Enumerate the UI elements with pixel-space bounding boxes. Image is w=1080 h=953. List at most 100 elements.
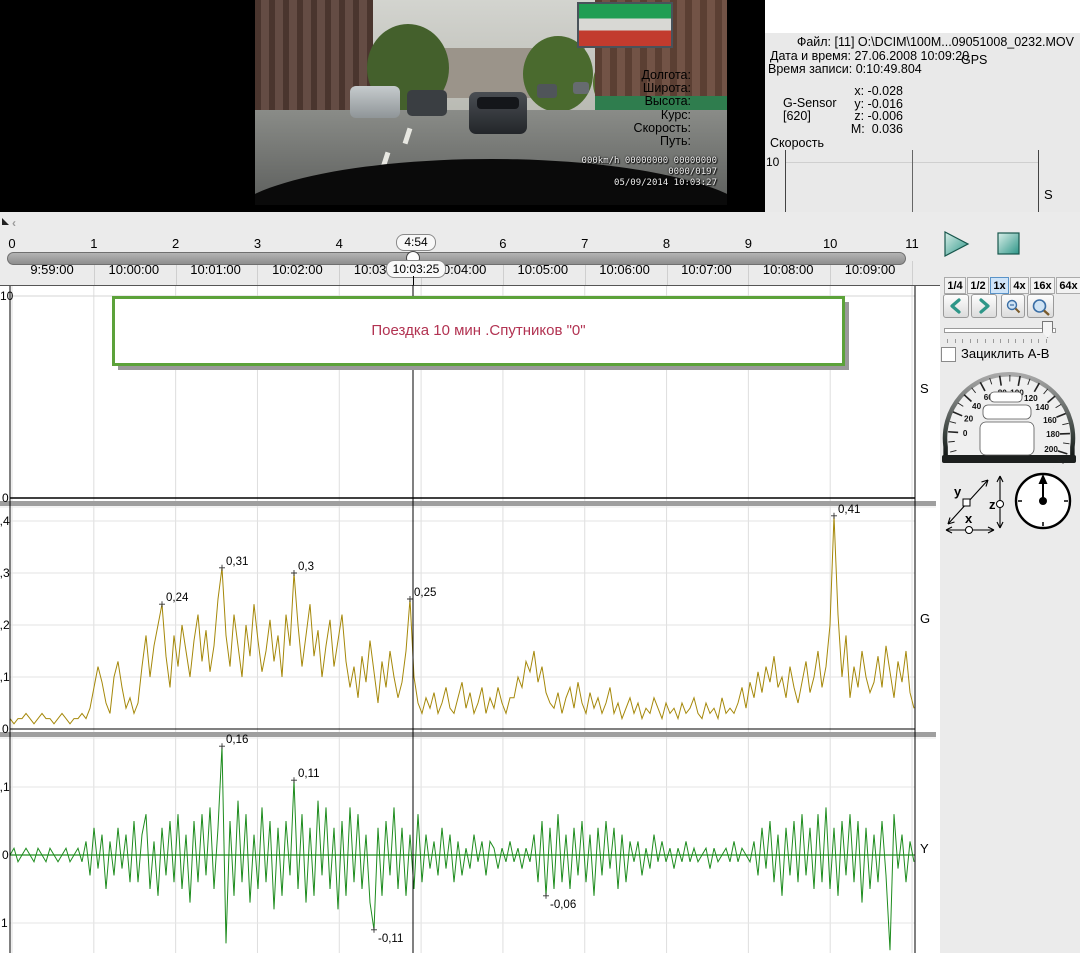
- video-car: [407, 90, 447, 116]
- peak-marker: [291, 777, 297, 783]
- next-frame-button[interactable]: [971, 294, 997, 318]
- chevron-right-icon: [976, 298, 992, 314]
- speed-button-1-4[interactable]: 1/4: [944, 277, 966, 294]
- info-panel: Файл: [11] O:\DCIM\100M...09051008_0232.…: [765, 33, 1080, 212]
- section-separator: [0, 732, 936, 737]
- mini-chart-s-label: S: [1044, 187, 1053, 202]
- peak-marker: [291, 570, 297, 576]
- stop-icon[interactable]: [998, 233, 1019, 254]
- chart-axis-value: 0,4: [0, 514, 10, 528]
- peak-value-label: 0,41: [838, 504, 860, 516]
- gps-field-label: Курс:: [661, 108, 691, 122]
- peak-value-label: 0,25: [414, 587, 436, 599]
- timeline-cursor-tick: [413, 276, 414, 285]
- peak-marker: [407, 596, 413, 602]
- panel-zoom-slider[interactable]: [944, 328, 1056, 333]
- peak-value-label: 0,16: [226, 734, 248, 746]
- axis-y-marker: [963, 499, 970, 506]
- overlay-counter: 0000/0197: [582, 167, 717, 178]
- speed-button-64x[interactable]: 64x: [1056, 277, 1080, 294]
- slider-tick: [1015, 339, 1016, 343]
- loop-ab-checkbox[interactable]: [941, 347, 956, 362]
- gsensor-value: M: 0.036: [825, 122, 903, 136]
- sensor-charts[interactable]: 0,240,310,30,250,410,160,11-0,11-0,06: [0, 285, 940, 953]
- overlay-datetime: 05/09/2014 10:03:27: [582, 178, 717, 189]
- slider-tick: [1046, 339, 1047, 343]
- peak-marker: [159, 601, 165, 607]
- peak-value-label: 0,24: [166, 592, 189, 604]
- slider-tick: [970, 339, 971, 343]
- gauge-speed-label: 140: [1035, 403, 1049, 412]
- chart-axis-value: 0: [2, 722, 9, 736]
- timeline-minute-label: 2: [172, 236, 179, 251]
- zoom-out-button[interactable]: [1001, 294, 1025, 318]
- chart-axis-value: 0,1: [0, 670, 10, 684]
- prev-frame-button[interactable]: [943, 294, 969, 318]
- slider-tick: [947, 339, 948, 343]
- overlay-speed-counters: 000km/h 00000000 00000000: [582, 156, 717, 167]
- magnifier-minus-icon: [1005, 298, 1022, 315]
- timeline-minute-label: 8: [663, 236, 670, 251]
- timeline-minute-label: 0: [8, 236, 15, 251]
- rec-time-label: Время записи: 0:10:49.804: [768, 62, 922, 76]
- gauge-speed-label: 180: [1046, 430, 1060, 439]
- chart-axis-value: 0: [2, 848, 9, 862]
- axis-y-label: y: [954, 484, 962, 499]
- chart-series-label: G: [920, 611, 930, 626]
- timeline-minute-label: 4: [336, 236, 343, 251]
- dashcam-viewer-window: 000km/h 00000000 00000000 0000/0197 05/0…: [0, 0, 1080, 953]
- timeline-minute-label: 11: [905, 236, 919, 251]
- timeline: ‹ 0123467891011 9:59:0010:00:0010:01:001…: [0, 212, 1080, 285]
- chart-series-label: S: [920, 381, 929, 396]
- magnifier-plus-icon: [1031, 298, 1051, 317]
- timeline-minute-label: 3: [254, 236, 261, 251]
- peak-marker: [371, 927, 377, 933]
- y-series: [10, 746, 914, 950]
- gps-title: GPS: [961, 53, 987, 67]
- speed-button-1x[interactable]: 1x: [990, 277, 1009, 294]
- speed-button-16x[interactable]: 16x: [1030, 277, 1055, 294]
- loop-ab-label: Зациклить A-B: [961, 346, 1049, 361]
- chevron-left-icon: [948, 298, 964, 314]
- speed-button-4x[interactable]: 4x: [1010, 277, 1029, 294]
- video-car: [350, 86, 400, 118]
- mini-chart-ymax: 10: [766, 155, 779, 169]
- gauge-display-small: [990, 392, 1022, 402]
- gps-field-label: Широта:: [643, 81, 691, 95]
- corner-grip-icon: [2, 218, 9, 225]
- datetime-label: Дата и время: 27.06.2008 10:09:20: [770, 49, 969, 63]
- speed-button-1-2[interactable]: 1/2: [967, 277, 989, 294]
- timeline-minute-label: 7: [581, 236, 588, 251]
- clock-time-bubble: 10:03:25: [386, 260, 446, 278]
- video-car: [573, 82, 589, 94]
- gsensor-id: [620]: [783, 109, 811, 123]
- peak-marker: [831, 513, 837, 519]
- gauge-speed-label: 20: [964, 415, 974, 424]
- video-billboard: [577, 2, 673, 48]
- peak-value-label: -0,11: [378, 933, 403, 945]
- collapse-icon[interactable]: ‹: [12, 216, 16, 230]
- slider-tick: [1031, 339, 1032, 343]
- transport-controls: [942, 229, 1022, 259]
- timeline-minute-label: 6: [499, 236, 506, 251]
- gps-field-label: Высота:: [645, 94, 691, 108]
- speedometer-gauge: 020406080100120140160180200: [938, 366, 1080, 468]
- gauge-speed-label: 120: [1024, 394, 1038, 403]
- zoom-in-button[interactable]: [1027, 294, 1054, 318]
- slider-tick: [1000, 339, 1001, 343]
- gauge-speed-label: 200: [1044, 445, 1058, 454]
- chart-axis-value: 10: [0, 289, 13, 303]
- chart-axis-value: 0,1: [0, 780, 10, 794]
- video-car: [469, 92, 527, 134]
- peak-value-label: 0,31: [226, 556, 248, 568]
- gps-field-label: Скорость:: [634, 121, 691, 135]
- timeline-gridline: [912, 261, 913, 285]
- gauge-speed-label: 0: [963, 429, 968, 438]
- axis-z-marker: [997, 501, 1004, 508]
- peak-value-label: 0,11: [298, 768, 320, 780]
- timeline-slider[interactable]: [7, 252, 906, 265]
- play-icon[interactable]: [945, 232, 968, 256]
- slider-tick: [1038, 339, 1039, 343]
- peak-marker: [543, 893, 549, 899]
- slider-tick: [1008, 339, 1009, 343]
